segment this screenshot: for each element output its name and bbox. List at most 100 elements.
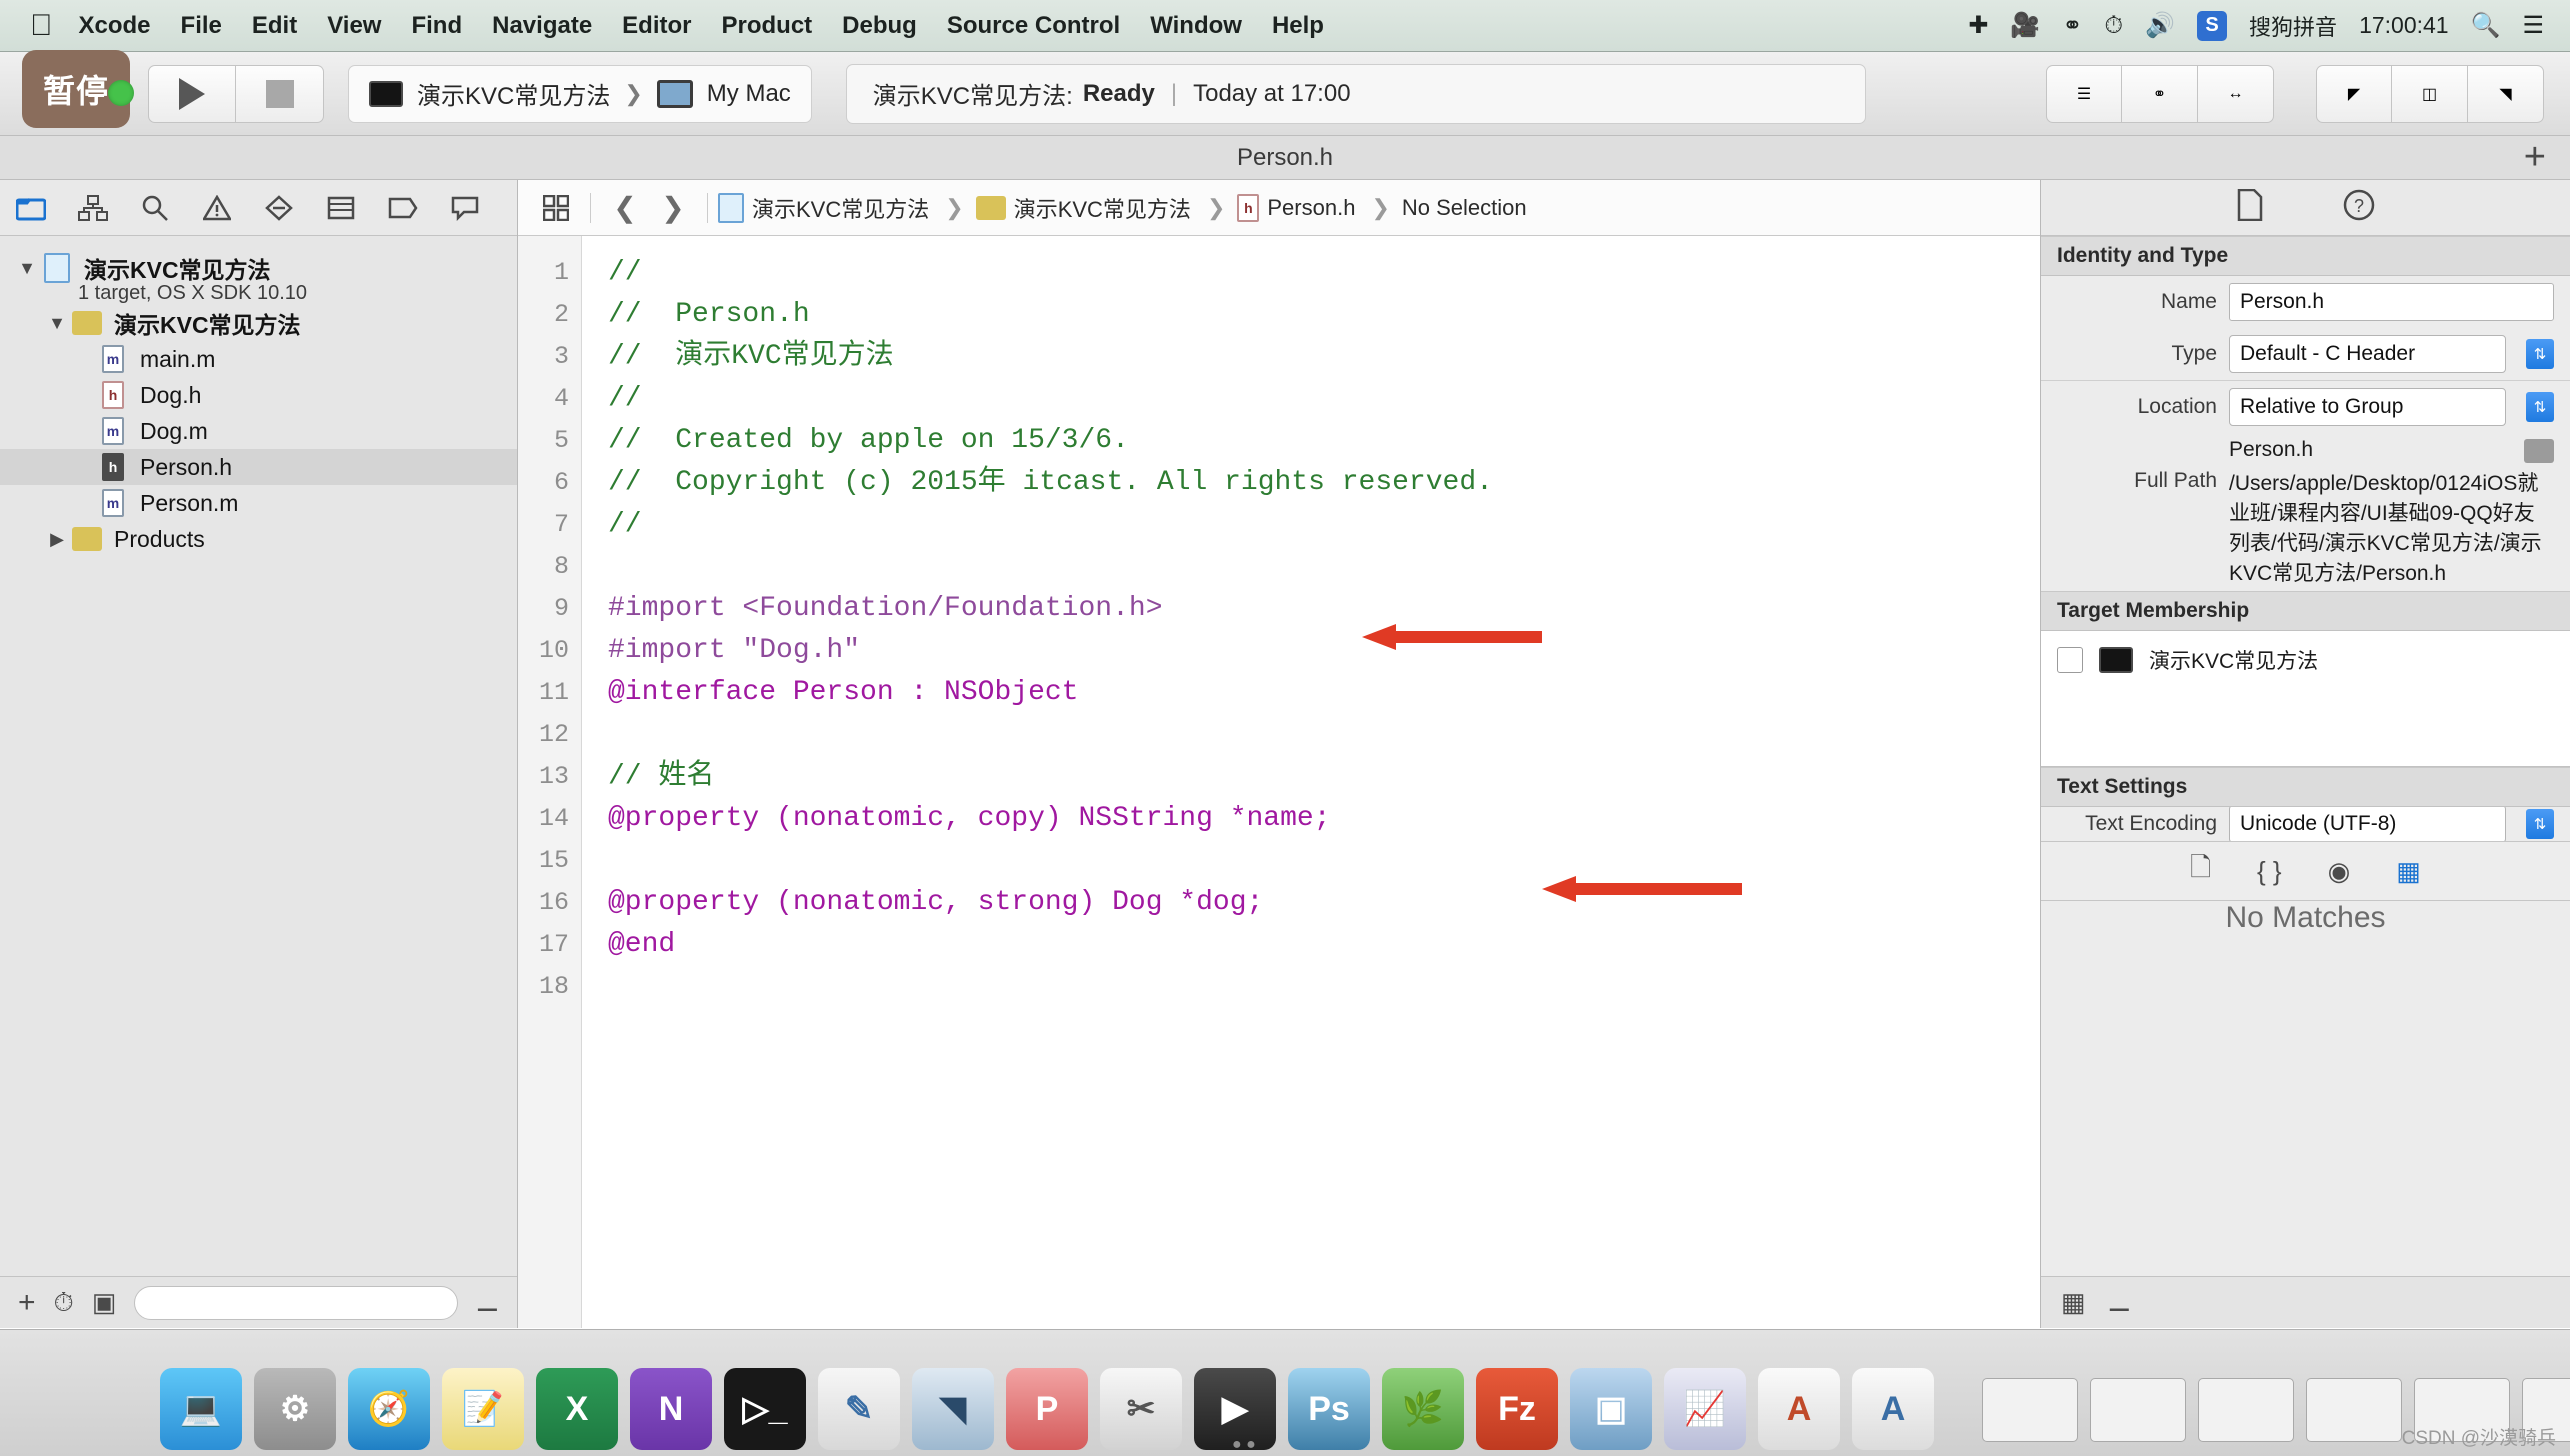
onenote-icon[interactable]: N	[630, 1368, 712, 1450]
disclosure-triangle-open-icon[interactable]: ▼	[44, 313, 70, 334]
target-membership-row[interactable]: 演示KVC常见方法	[2041, 631, 2570, 689]
search-navigator-icon[interactable]	[124, 180, 186, 236]
menu-item-view[interactable]: View	[327, 12, 381, 40]
file-inspector-icon[interactable]	[2237, 188, 2263, 226]
safari-icon[interactable]: 🧭	[348, 1368, 430, 1450]
snip-icon[interactable]: ✂	[1100, 1368, 1182, 1450]
choose-folder-icon[interactable]	[2524, 439, 2554, 463]
code-area[interactable]: 1 2 3 4 5 6 7 8 9 10 11 12 13 14 15 16 1	[518, 236, 2040, 1328]
chevron-updown-icon[interactable]: ⇅	[2526, 392, 2554, 422]
filter-icon[interactable]: ⚊	[2108, 1287, 2131, 1318]
utilities-toggle-icon[interactable]: ◥	[2468, 64, 2544, 123]
chevron-left-icon[interactable]: ❮	[601, 180, 649, 236]
search-icon[interactable]: 🔍	[2471, 11, 2501, 40]
navigator-row-products[interactable]: ▶ Products	[0, 521, 517, 557]
menu-item-navigate[interactable]: Navigate	[492, 12, 592, 40]
navigator-row-group[interactable]: ▼ 演示KVC常见方法	[0, 305, 517, 341]
stop-button[interactable]	[236, 64, 324, 123]
navigator-row-project[interactable]: ▼ 演示KVC常见方法	[0, 250, 517, 286]
screen-record-icon[interactable]: 🎥	[2010, 11, 2040, 40]
menu-item-edit[interactable]: Edit	[252, 12, 297, 40]
notes-icon[interactable]: 📝	[442, 1368, 524, 1450]
prototype-icon[interactable]: P	[1006, 1368, 1088, 1450]
chevron-updown-icon[interactable]: ⇅	[2526, 339, 2554, 369]
plus-icon[interactable]: +	[2524, 138, 2546, 176]
filter-input[interactable]	[134, 1285, 458, 1320]
excel-icon[interactable]: X	[536, 1368, 618, 1450]
scheme-name[interactable]: 演示KVC常见方法	[417, 76, 610, 111]
minimized-window-thumb[interactable]	[2198, 1378, 2294, 1442]
list-item-selected[interactable]: h Person.h	[0, 449, 517, 485]
charts-icon[interactable]: 📈	[1664, 1368, 1746, 1450]
quick-help-icon[interactable]: ?	[2343, 189, 2375, 226]
menu-item-source-control[interactable]: Source Control	[947, 12, 1120, 40]
filter-icon[interactable]: ⚊	[476, 1287, 499, 1318]
assistant-editor-icon[interactable]: ⚭	[2122, 64, 2198, 123]
version-editor-icon[interactable]: ↔	[2198, 64, 2274, 123]
minimized-window-thumb[interactable]	[2306, 1378, 2402, 1442]
menu-item-find[interactable]: Find	[411, 12, 462, 40]
scheme-destination-selector[interactable]: 演示KVC常见方法 ❯ My Mac	[348, 64, 812, 123]
input-method-badge[interactable]: S	[2197, 10, 2228, 41]
related-items-icon[interactable]	[532, 180, 580, 236]
font-book-icon[interactable]: A	[1758, 1368, 1840, 1450]
menu-item-file[interactable]: File	[181, 12, 222, 40]
breakpoint-navigator-icon[interactable]	[372, 180, 434, 236]
xcode-sim-icon[interactable]: ▣	[1570, 1368, 1652, 1450]
apple-logo-icon[interactable]: 	[30, 9, 53, 43]
library-grid-icon[interactable]: ▦	[2061, 1287, 2086, 1318]
breadcrumb-project[interactable]: 演示KVC常见方法 ❯	[718, 192, 972, 224]
source-control-icon[interactable]: ▣	[92, 1287, 117, 1318]
time-machine-icon[interactable]: ⏱	[2104, 12, 2123, 40]
menu-item-help[interactable]: Help	[1272, 12, 1324, 40]
target-checkbox[interactable]	[2057, 647, 2083, 673]
menu-item-editor[interactable]: Editor	[622, 12, 691, 40]
leaf-icon[interactable]: 🌿	[1382, 1368, 1464, 1450]
finder-icon[interactable]: 💻	[160, 1368, 242, 1450]
issue-navigator-icon[interactable]	[186, 180, 248, 236]
test-navigator-icon[interactable]	[248, 180, 310, 236]
terminal-icon[interactable]: ▷_	[724, 1368, 806, 1450]
chevron-updown-icon[interactable]: ⇅	[2526, 809, 2554, 839]
breadcrumb-selection[interactable]: No Selection	[1402, 195, 1527, 221]
breadcrumb-file[interactable]: h Person.h ❯	[1237, 193, 1398, 222]
location-popup-button[interactable]: Relative to Group	[2229, 388, 2506, 426]
project-navigator-icon[interactable]	[0, 180, 62, 236]
list-icon[interactable]: ☰	[2522, 11, 2544, 40]
breadcrumb-group[interactable]: 演示KVC常见方法 ❯	[975, 192, 1234, 224]
system-preferences-icon[interactable]: ⚙	[254, 1368, 336, 1450]
symbol-navigator-icon[interactable]	[62, 180, 124, 236]
filezilla-icon[interactable]: Fz	[1476, 1368, 1558, 1450]
clock-icon[interactable]: ⏱	[54, 1287, 74, 1319]
type-popup-button[interactable]: Default - C Header	[2229, 335, 2506, 373]
input-method-label[interactable]: 搜狗拼音	[2249, 10, 2337, 42]
text-encoding-popup-button[interactable]: Unicode (UTF-8)	[2229, 807, 2506, 841]
menu-item-debug[interactable]: Debug	[842, 12, 917, 40]
debug-navigator-icon[interactable]	[310, 180, 372, 236]
preview-icon[interactable]: A	[1852, 1368, 1934, 1450]
navigator-toggle-icon[interactable]: ◤	[2316, 64, 2392, 123]
chevron-right-icon[interactable]: ❯	[649, 180, 697, 236]
media-library-icon[interactable]: ▦	[2396, 856, 2421, 887]
plus-icon[interactable]: +	[18, 1286, 36, 1320]
run-button[interactable]	[148, 64, 236, 123]
list-item[interactable]: m main.m	[0, 341, 517, 377]
navicat-icon[interactable]: ◥	[912, 1368, 994, 1450]
list-item[interactable]: m Dog.m	[0, 413, 517, 449]
disclosure-triangle-open-icon[interactable]: ▼	[14, 258, 40, 279]
destination-name[interactable]: My Mac	[707, 80, 791, 108]
name-field[interactable]: Person.h	[2229, 283, 2554, 321]
code-snippet-library-icon[interactable]: { }	[2257, 856, 2282, 887]
sketch-icon[interactable]: ✎	[818, 1368, 900, 1450]
disclosure-triangle-closed-icon[interactable]: ▶	[44, 529, 70, 550]
report-navigator-icon[interactable]	[434, 180, 496, 236]
menu-item-xcode[interactable]: Xcode	[79, 12, 151, 40]
code-text[interactable]: // // Person.h // 演示KVC常见方法 // // Create…	[582, 236, 2040, 1328]
minimized-window-thumb[interactable]	[1982, 1378, 2078, 1442]
menu-item-window[interactable]: Window	[1150, 12, 1242, 40]
photoshop-icon[interactable]: Ps	[1288, 1368, 1370, 1450]
volume-icon[interactable]: 🔊	[2145, 11, 2175, 40]
debug-area-toggle-icon[interactable]: ◫	[2392, 64, 2468, 123]
menu-bar-clock[interactable]: 17:00:41	[2359, 12, 2449, 39]
standard-editor-icon[interactable]: ☰	[2046, 64, 2122, 123]
